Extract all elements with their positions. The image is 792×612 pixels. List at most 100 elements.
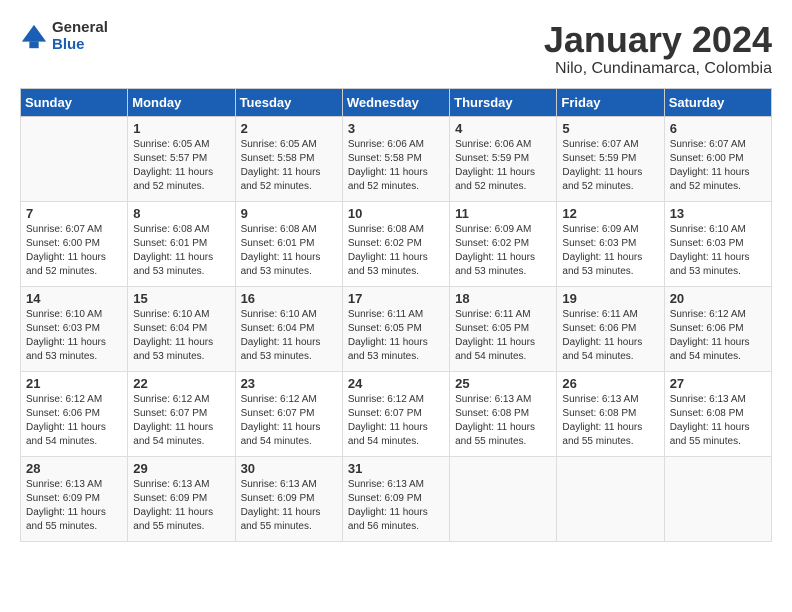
calendar-cell: 30 Sunrise: 6:13 AM Sunset: 6:09 PM Dayli… <box>235 456 342 541</box>
day-info: Sunrise: 6:06 AM Sunset: 5:59 PM Dayligh… <box>455 138 551 194</box>
day-info: Sunrise: 6:07 AM Sunset: 6:00 PM Dayligh… <box>26 223 122 279</box>
calendar-cell: 5 Sunrise: 6:07 AM Sunset: 5:59 PM Daylig… <box>557 116 664 201</box>
day-number: 4 <box>455 121 551 136</box>
day-info: Sunrise: 6:10 AM Sunset: 6:04 PM Dayligh… <box>133 308 229 364</box>
calendar-cell: 31 Sunrise: 6:13 AM Sunset: 6:09 PM Dayli… <box>342 456 449 541</box>
calendar-cell: 26Sunrise: 6:13 AM Sunset: 6:08 PM Dayli… <box>557 371 664 456</box>
day-info: Sunrise: 6:09 AM Sunset: 6:02 PM Dayligh… <box>455 223 551 279</box>
day-info: Sunrise: 6:09 AM Sunset: 6:03 PM Dayligh… <box>562 223 658 279</box>
calendar-cell <box>450 456 557 541</box>
calendar-week-row: 1 Sunrise: 6:05 AM Sunset: 5:57 PM Daylig… <box>21 116 772 201</box>
day-info: Sunrise: 6:10 AM Sunset: 6:03 PM Dayligh… <box>26 308 122 364</box>
day-number: 9 <box>241 206 337 221</box>
calendar-cell: 7 Sunrise: 6:07 AM Sunset: 6:00 PM Daylig… <box>21 201 128 286</box>
day-info: Sunrise: 6:13 AM Sunset: 6:09 PM Dayligh… <box>26 478 122 534</box>
day-number: 16 <box>241 291 337 306</box>
day-number: 20 <box>670 291 766 306</box>
calendar-cell: 9 Sunrise: 6:08 AM Sunset: 6:01 PM Daylig… <box>235 201 342 286</box>
calendar-cell: 8 Sunrise: 6:08 AM Sunset: 6:01 PM Daylig… <box>128 201 235 286</box>
calendar-cell: 24Sunrise: 6:12 AM Sunset: 6:07 PM Dayli… <box>342 371 449 456</box>
day-header-wednesday: Wednesday <box>342 88 449 116</box>
day-number: 23 <box>241 376 337 391</box>
day-number: 6 <box>670 121 766 136</box>
day-info: Sunrise: 6:12 AM Sunset: 6:07 PM Dayligh… <box>133 393 229 449</box>
calendar-cell: 18 Sunrise: 6:11 AM Sunset: 6:05 PM Dayli… <box>450 286 557 371</box>
day-number: 3 <box>348 121 444 136</box>
day-info: Sunrise: 6:13 AM Sunset: 6:08 PM Dayligh… <box>670 393 766 449</box>
day-info: Sunrise: 6:07 AM Sunset: 6:00 PM Dayligh… <box>670 138 766 194</box>
calendar-cell <box>21 116 128 201</box>
calendar-cell: 16 Sunrise: 6:10 AM Sunset: 6:04 PM Dayli… <box>235 286 342 371</box>
day-number: 5 <box>562 121 658 136</box>
day-number: 19 <box>562 291 658 306</box>
calendar-cell: 2Sunrise: 6:05 AM Sunset: 5:58 PM Daylig… <box>235 116 342 201</box>
day-number: 15 <box>133 291 229 306</box>
month-title: January 2024 <box>544 20 772 60</box>
calendar-cell: 14 Sunrise: 6:10 AM Sunset: 6:03 PM Dayli… <box>21 286 128 371</box>
calendar-body: 1 Sunrise: 6:05 AM Sunset: 5:57 PM Daylig… <box>21 116 772 541</box>
day-number: 7 <box>26 206 122 221</box>
day-header-thursday: Thursday <box>450 88 557 116</box>
day-info: Sunrise: 6:11 AM Sunset: 6:05 PM Dayligh… <box>348 308 444 364</box>
day-number: 31 <box>348 461 444 476</box>
calendar-cell: 25Sunrise: 6:13 AM Sunset: 6:08 PM Dayli… <box>450 371 557 456</box>
day-info: Sunrise: 6:11 AM Sunset: 6:06 PM Dayligh… <box>562 308 658 364</box>
calendar-cell: 15 Sunrise: 6:10 AM Sunset: 6:04 PM Dayli… <box>128 286 235 371</box>
day-info: Sunrise: 6:05 AM Sunset: 5:57 PM Dayligh… <box>133 138 229 194</box>
calendar-cell <box>557 456 664 541</box>
day-number: 18 <box>455 291 551 306</box>
day-info: Sunrise: 6:05 AM Sunset: 5:58 PM Dayligh… <box>241 138 337 194</box>
logo-icon <box>20 23 48 51</box>
day-number: 10 <box>348 206 444 221</box>
day-number: 1 <box>133 121 229 136</box>
day-info: Sunrise: 6:08 AM Sunset: 6:01 PM Dayligh… <box>133 223 229 279</box>
day-number: 22 <box>133 376 229 391</box>
calendar-cell: 3 Sunrise: 6:06 AM Sunset: 5:58 PM Daylig… <box>342 116 449 201</box>
calendar-cell: 6 Sunrise: 6:07 AM Sunset: 6:00 PM Daylig… <box>664 116 771 201</box>
day-info: Sunrise: 6:06 AM Sunset: 5:58 PM Dayligh… <box>348 138 444 194</box>
day-number: 28 <box>26 461 122 476</box>
calendar-cell: 1 Sunrise: 6:05 AM Sunset: 5:57 PM Daylig… <box>128 116 235 201</box>
day-header-saturday: Saturday <box>664 88 771 116</box>
day-info: Sunrise: 6:12 AM Sunset: 6:07 PM Dayligh… <box>241 393 337 449</box>
calendar-cell: 12 Sunrise: 6:09 AM Sunset: 6:03 PM Dayli… <box>557 201 664 286</box>
calendar-cell: 19 Sunrise: 6:11 AM Sunset: 6:06 PM Dayli… <box>557 286 664 371</box>
logo-general: General <box>52 20 108 37</box>
logo-blue: Blue <box>52 37 108 54</box>
day-info: Sunrise: 6:13 AM Sunset: 6:08 PM Dayligh… <box>562 393 658 449</box>
day-number: 30 <box>241 461 337 476</box>
day-info: Sunrise: 6:12 AM Sunset: 6:06 PM Dayligh… <box>26 393 122 449</box>
day-header-sunday: Sunday <box>21 88 128 116</box>
page-header: General Blue January 2024 Nilo, Cundinam… <box>20 20 772 78</box>
day-number: 14 <box>26 291 122 306</box>
calendar-cell: 27 Sunrise: 6:13 AM Sunset: 6:08 PM Dayli… <box>664 371 771 456</box>
day-number: 11 <box>455 206 551 221</box>
day-info: Sunrise: 6:13 AM Sunset: 6:09 PM Dayligh… <box>241 478 337 534</box>
day-info: Sunrise: 6:13 AM Sunset: 6:09 PM Dayligh… <box>133 478 229 534</box>
day-header-monday: Monday <box>128 88 235 116</box>
calendar-cell: 22 Sunrise: 6:12 AM Sunset: 6:07 PM Dayli… <box>128 371 235 456</box>
logo: General Blue <box>20 20 108 53</box>
calendar-header-row: SundayMondayTuesdayWednesdayThursdayFrid… <box>21 88 772 116</box>
day-number: 21 <box>26 376 122 391</box>
calendar-cell: 10 Sunrise: 6:08 AM Sunset: 6:02 PM Dayli… <box>342 201 449 286</box>
calendar-week-row: 14 Sunrise: 6:10 AM Sunset: 6:03 PM Dayli… <box>21 286 772 371</box>
title-area: January 2024 Nilo, Cundinamarca, Colombi… <box>544 20 772 78</box>
calendar-cell: 4 Sunrise: 6:06 AM Sunset: 5:59 PM Daylig… <box>450 116 557 201</box>
calendar-week-row: 7 Sunrise: 6:07 AM Sunset: 6:00 PM Daylig… <box>21 201 772 286</box>
day-info: Sunrise: 6:08 AM Sunset: 6:02 PM Dayligh… <box>348 223 444 279</box>
calendar-table: SundayMondayTuesdayWednesdayThursdayFrid… <box>20 88 772 542</box>
day-info: Sunrise: 6:07 AM Sunset: 5:59 PM Dayligh… <box>562 138 658 194</box>
day-number: 27 <box>670 376 766 391</box>
calendar-cell: 20Sunrise: 6:12 AM Sunset: 6:06 PM Dayli… <box>664 286 771 371</box>
day-info: Sunrise: 6:13 AM Sunset: 6:09 PM Dayligh… <box>348 478 444 534</box>
logo-text: General Blue <box>52 20 108 53</box>
day-number: 8 <box>133 206 229 221</box>
day-info: Sunrise: 6:10 AM Sunset: 6:04 PM Dayligh… <box>241 308 337 364</box>
day-number: 24 <box>348 376 444 391</box>
day-number: 12 <box>562 206 658 221</box>
day-info: Sunrise: 6:10 AM Sunset: 6:03 PM Dayligh… <box>670 223 766 279</box>
day-info: Sunrise: 6:11 AM Sunset: 6:05 PM Dayligh… <box>455 308 551 364</box>
day-info: Sunrise: 6:08 AM Sunset: 6:01 PM Dayligh… <box>241 223 337 279</box>
day-number: 29 <box>133 461 229 476</box>
